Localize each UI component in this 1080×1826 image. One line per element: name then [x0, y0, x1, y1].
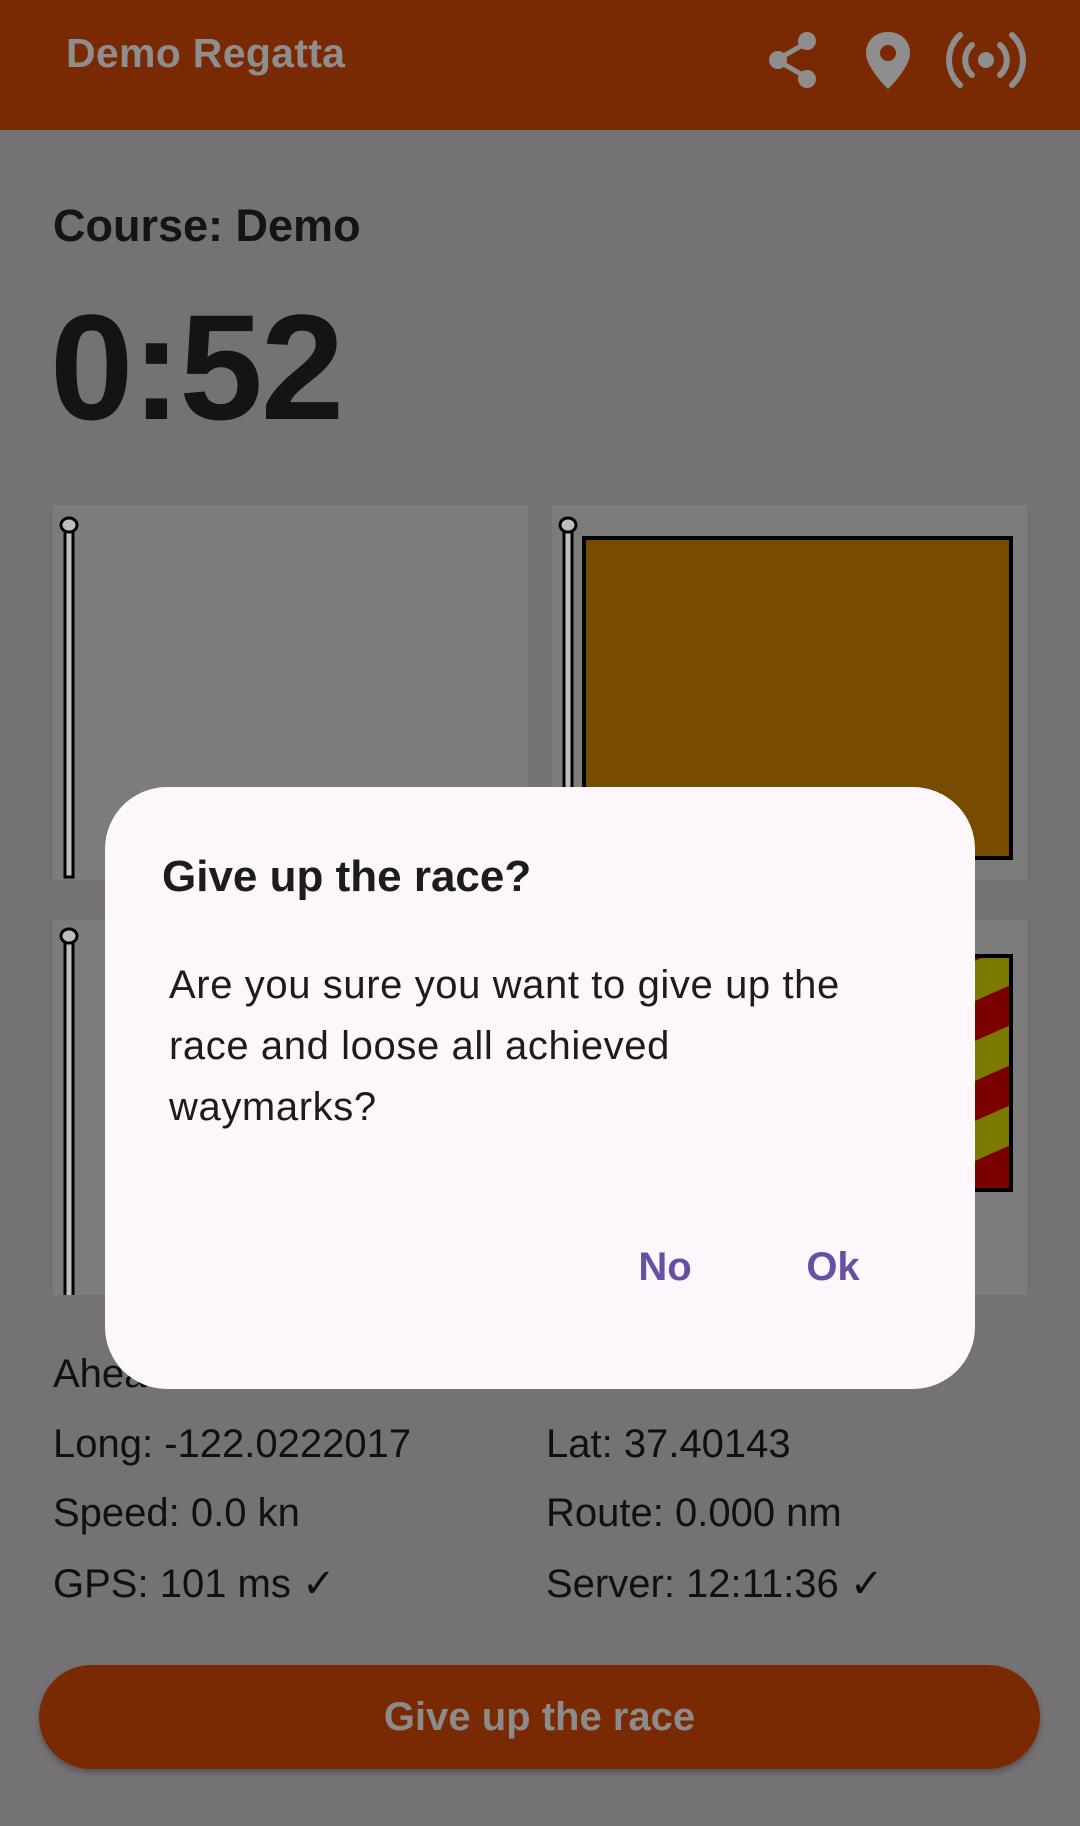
server-status-label: Server: 12:11:36 ✓ — [546, 1562, 884, 1606]
give-up-race-label: Give up the race — [383, 1694, 696, 1739]
give-up-race-button[interactable]: Give up the race — [39, 1665, 1040, 1769]
course-label: Course: Demo — [53, 200, 361, 251]
latitude-label: Lat: 37.40143 — [546, 1422, 791, 1466]
give-up-dialog: Give up the race? Are you sure you want … — [105, 787, 975, 1389]
location-pin-icon[interactable] — [853, 25, 923, 95]
share-icon[interactable] — [758, 25, 828, 95]
dialog-title: Give up the race? — [162, 852, 532, 901]
dialog-no-button[interactable]: No — [605, 1227, 725, 1307]
broadcast-icon[interactable] — [945, 25, 1027, 95]
app-title: Demo Regatta — [66, 30, 346, 76]
gps-status-label: GPS: 101 ms ✓ — [53, 1562, 336, 1606]
countdown-timer: 0:52 — [50, 283, 344, 451]
dialog-ok-button[interactable]: Ok — [773, 1227, 893, 1307]
route-label: Route: 0.000 nm — [546, 1491, 842, 1535]
app-bar: Demo Regatta — [0, 0, 1080, 130]
speed-label: Speed: 0.0 kn — [53, 1491, 300, 1535]
longitude-label: Long: -122.0222017 — [53, 1422, 412, 1466]
dialog-message: Are you sure you want to give up the rac… — [169, 963, 840, 1129]
